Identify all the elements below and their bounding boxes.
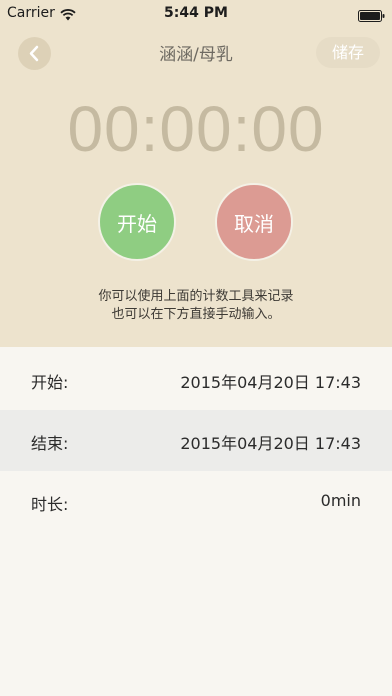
- end-time-value[interactable]: 2015年04月20日 17:43: [180, 430, 361, 454]
- save-button[interactable]: 储存: [316, 37, 380, 68]
- hint-line-1: 你可以使用上面的计数工具来记录: [98, 289, 294, 304]
- status-time: 5:44 PM: [164, 5, 228, 21]
- hint-text: 你可以使用上面的计数工具来记录 也可以在下方直接手动输入。: [0, 288, 392, 324]
- end-time-label: 结束:: [31, 434, 69, 453]
- end-time-row[interactable]: 结束: 2015年04月20日 17:43: [0, 410, 392, 471]
- duration-label: 时长:: [31, 495, 69, 514]
- battery-icon: [358, 7, 385, 26]
- start-time-row[interactable]: 开始: 2015年04月20日 17:43: [0, 349, 392, 410]
- start-time-value[interactable]: 2015年04月20日 17:43: [180, 369, 361, 393]
- timer-display: 00:00:00: [67, 93, 325, 165]
- status-bar: Carrier 5:44 PM: [0, 0, 392, 26]
- duration-value[interactable]: 0min: [321, 491, 361, 510]
- hint-line-2: 也可以在下方直接手动输入。: [111, 307, 281, 322]
- duration-row[interactable]: 时长: 0min: [0, 471, 392, 532]
- header-panel: Carrier 5:44 PM 涵涵/母乳 储存 00:00:00 开始 取消 …: [0, 0, 392, 347]
- start-button[interactable]: 开始: [98, 183, 176, 261]
- start-time-label: 开始:: [31, 373, 69, 392]
- cancel-button[interactable]: 取消: [215, 183, 293, 261]
